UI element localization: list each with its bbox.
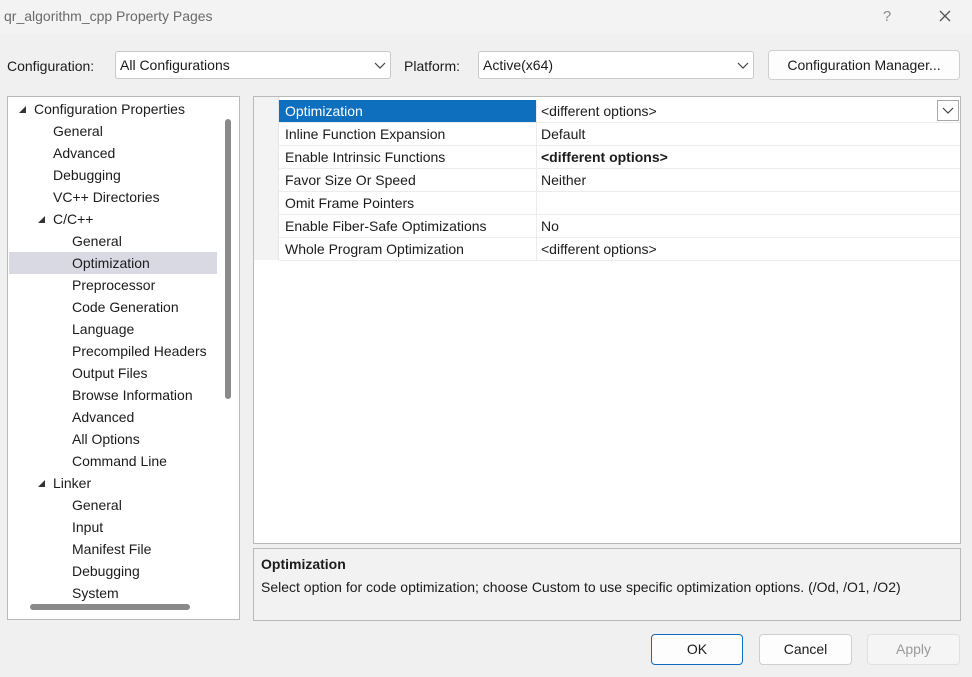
tree-item-language[interactable]: Language	[9, 318, 217, 340]
tree-vertical-scrollbar[interactable]	[225, 119, 231, 399]
close-icon	[939, 10, 951, 22]
property-value[interactable]: Neither	[541, 169, 586, 191]
tree-item-debugging[interactable]: Debugging	[9, 164, 217, 186]
property-value[interactable]: <different options>	[541, 238, 657, 260]
tree-item-label: Browse Information	[72, 387, 193, 403]
configuration-dropdown[interactable]: All Configurations	[115, 51, 391, 79]
configuration-manager-button[interactable]: Configuration Manager...	[768, 50, 960, 80]
tree-item-label: Linker	[53, 475, 92, 491]
ok-button[interactable]: OK	[651, 634, 743, 665]
property-name: Enable Fiber-Safe Optimizations	[279, 215, 537, 237]
property-name: Enable Intrinsic Functions	[279, 146, 537, 168]
property-value[interactable]: <different options>	[541, 100, 657, 122]
tree-item-label: Optimization	[72, 255, 150, 271]
tree-item-label: VC++ Directories	[53, 189, 160, 205]
tree-horizontal-scrollbar[interactable]	[30, 604, 190, 610]
tree-item-general[interactable]: General	[9, 120, 217, 142]
tree-item-output-files[interactable]: Output Files	[9, 362, 217, 384]
tree-item-label: Advanced	[72, 409, 135, 425]
description-text: Select option for code optimization; cho…	[261, 579, 901, 595]
description-title: Optimization	[261, 556, 346, 572]
tree-item-label: Advanced	[53, 145, 116, 161]
tree-item-preprocessor[interactable]: Preprocessor	[9, 274, 217, 296]
property-row-enable-fiber-safe-optimizations[interactable]: Enable Fiber-Safe Optimizations No	[279, 215, 960, 238]
property-value[interactable]: <different options>	[541, 146, 668, 168]
tree-item-label: Code Generation	[72, 299, 179, 315]
tree-item-linker-general[interactable]: General	[9, 494, 217, 516]
tree-item-system[interactable]: System	[9, 582, 217, 604]
tree-item-code-generation[interactable]: Code Generation	[9, 296, 217, 318]
tree-item-advanced[interactable]: Advanced	[9, 142, 217, 164]
tree-item-label: Precompiled Headers	[72, 343, 207, 359]
tree-item-label: Language	[72, 321, 135, 337]
property-row-inline-function-expansion[interactable]: Inline Function Expansion Default	[279, 123, 960, 146]
chevron-down-icon	[942, 107, 954, 114]
tree-item-linker-debugging[interactable]: Debugging	[9, 560, 217, 582]
configuration-label: Configuration:	[7, 58, 95, 74]
tree-item-label: Preprocessor	[72, 277, 156, 293]
property-name: Optimization	[279, 100, 537, 122]
close-button[interactable]	[928, 4, 962, 30]
tree-item-label: General	[72, 233, 122, 249]
settings-tree: Configuration Properties General Advance…	[7, 96, 240, 620]
expanded-arrow-icon[interactable]	[36, 214, 46, 224]
tree-item-label: Output Files	[72, 365, 148, 381]
tree-item-command-line[interactable]: Command Line	[9, 450, 217, 472]
property-grid: Optimization <different options> Inline …	[253, 96, 961, 544]
tree-item-label: Manifest File	[72, 541, 152, 557]
tree-item-label: General	[72, 497, 122, 513]
tree-item-linker[interactable]: Linker	[9, 472, 217, 494]
tree-item-label: Configuration Properties	[34, 101, 185, 117]
apply-button[interactable]: Apply	[867, 634, 960, 665]
expanded-arrow-icon[interactable]	[17, 104, 27, 114]
tree-item-label: All Options	[72, 431, 140, 447]
property-row-omit-frame-pointers[interactable]: Omit Frame Pointers	[279, 192, 960, 215]
tree-item-cpp-advanced[interactable]: Advanced	[9, 406, 217, 428]
tree-item-label: System	[72, 585, 119, 601]
property-value[interactable]: No	[541, 215, 559, 237]
property-row-whole-program-optimization[interactable]: Whole Program Optimization <different op…	[279, 238, 960, 261]
tree-item-label: General	[53, 123, 103, 139]
property-row-favor-size-or-speed[interactable]: Favor Size Or Speed Neither	[279, 169, 960, 192]
platform-label: Platform:	[404, 58, 461, 74]
tree-item-label: Input	[72, 519, 104, 535]
property-dropdown-button[interactable]	[937, 100, 959, 121]
property-value[interactable]: Default	[541, 123, 585, 145]
help-button[interactable]: ?	[872, 4, 902, 30]
chevron-down-icon	[737, 62, 749, 69]
platform-value: Active(x64)	[483, 57, 554, 73]
property-name: Whole Program Optimization	[279, 238, 537, 260]
description-panel: Optimization Select option for code opti…	[253, 548, 961, 621]
tree-item-cpp-general[interactable]: General	[9, 230, 217, 252]
platform-dropdown[interactable]: Active(x64)	[478, 51, 754, 79]
window-title: qr_algorithm_cpp Property Pages	[4, 8, 213, 24]
tree-item-manifest-file[interactable]: Manifest File	[9, 538, 217, 560]
configuration-value: All Configurations	[120, 57, 230, 73]
tree-item-optimization[interactable]: Optimization	[9, 252, 217, 274]
tree-item-label: C/C++	[53, 211, 94, 227]
tree-item-c-cpp[interactable]: C/C++	[9, 208, 217, 230]
tree-item-vc-directories[interactable]: VC++ Directories	[9, 186, 217, 208]
property-row-optimization[interactable]: Optimization <different options>	[279, 100, 960, 123]
grid-gutter	[254, 97, 279, 260]
expanded-arrow-icon[interactable]	[36, 478, 46, 488]
tree-item-all-options[interactable]: All Options	[9, 428, 217, 450]
tree-item-label: Debugging	[53, 167, 121, 183]
title-bar: qr_algorithm_cpp Property Pages ?	[0, 0, 972, 34]
property-name: Inline Function Expansion	[279, 123, 537, 145]
tree-item-input[interactable]: Input	[9, 516, 217, 538]
tree-item-precompiled-headers[interactable]: Precompiled Headers	[9, 340, 217, 362]
chevron-down-icon	[374, 62, 386, 69]
property-name: Omit Frame Pointers	[279, 192, 537, 214]
cancel-button[interactable]: Cancel	[759, 634, 852, 665]
property-row-enable-intrinsic-functions[interactable]: Enable Intrinsic Functions <different op…	[279, 146, 960, 169]
tree-item-label: Debugging	[72, 563, 140, 579]
tree-item-label: Command Line	[72, 453, 167, 469]
property-name: Favor Size Or Speed	[279, 169, 537, 191]
tree-item-configuration-properties[interactable]: Configuration Properties	[9, 98, 217, 120]
tree-item-browse-information[interactable]: Browse Information	[9, 384, 217, 406]
